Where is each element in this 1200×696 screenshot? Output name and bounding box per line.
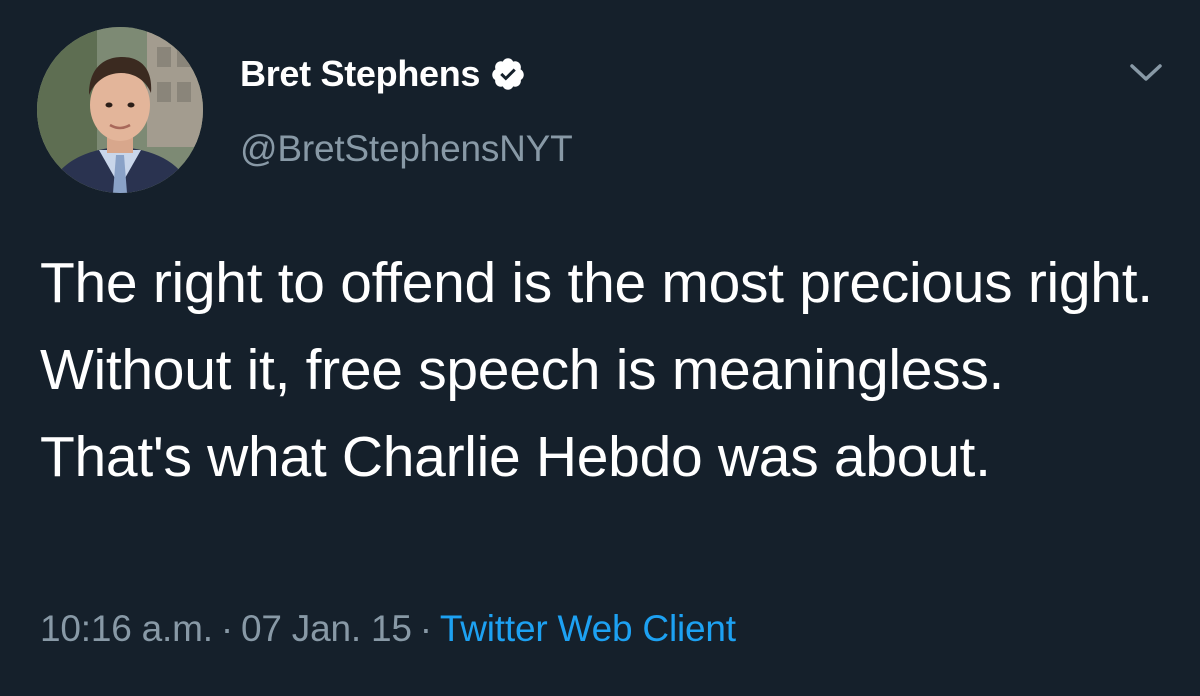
chevron-down-icon[interactable] — [1124, 58, 1168, 88]
tweet-date[interactable]: 07 Jan. 15 — [241, 608, 412, 649]
separator: · — [220, 608, 233, 649]
display-name[interactable]: Bret Stephens — [240, 53, 480, 95]
tweet-metadata: 10:16 a.m. · 07 Jan. 15 · Twitter Web Client — [40, 608, 736, 650]
tweet-card: Bret Stephens @BretStephensNYT The right… — [0, 0, 1200, 696]
author-handle[interactable]: @BretStephensNYT — [240, 128, 573, 170]
tweet-text: The right to offend is the most precious… — [40, 251, 1153, 489]
source-link[interactable]: Twitter Web Client — [440, 608, 736, 649]
verified-badge-icon — [490, 56, 526, 92]
avatar[interactable] — [37, 27, 203, 193]
profile-photo-icon — [37, 27, 203, 193]
tweet-time[interactable]: 10:16 a.m. — [40, 608, 213, 649]
author-name-row: Bret Stephens — [240, 52, 526, 96]
separator: · — [419, 608, 432, 649]
